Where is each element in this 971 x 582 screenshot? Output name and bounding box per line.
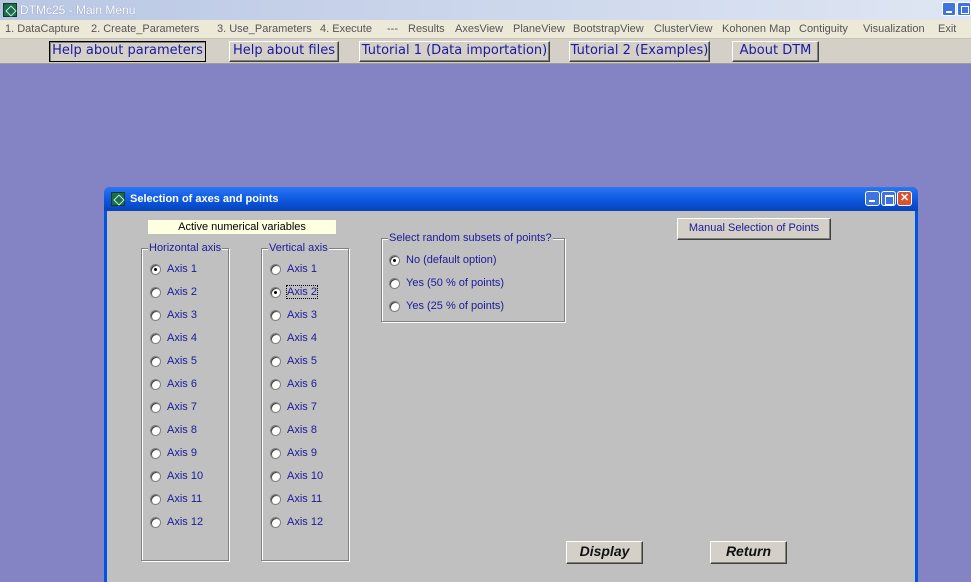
radio-button-icon[interactable]	[150, 356, 161, 367]
horizontal-axis-radio-label: Axis 4	[167, 332, 197, 344]
minimize-icon[interactable]	[942, 2, 956, 16]
radio-button-icon[interactable]	[150, 471, 161, 482]
radio-button-icon[interactable]	[150, 310, 161, 321]
radio-button-icon[interactable]	[270, 333, 281, 344]
vertical-axis-radio-label: Axis 3	[287, 309, 317, 321]
vertical-axis-group: Vertical axis Axis 1 Axis 2 Axis 3 Axis 4 Ax…	[261, 242, 349, 561]
app-title: DTMc25 - Main Menu	[20, 3, 136, 17]
menu-create-parameters[interactable]: 2. Create_Parameters	[91, 23, 199, 35]
radio-button-icon[interactable]	[150, 517, 161, 528]
random-subset-radio-label: Yes (25 % of points)	[406, 300, 505, 312]
vertical-axis-radio-label: Axis 7	[287, 401, 317, 413]
horizontal-axis-radio-label: Axis 1	[167, 263, 197, 275]
vertical-axis-radio-label: Axis 4	[287, 332, 317, 344]
radio-button-icon[interactable]	[150, 402, 161, 413]
dialog-body: Active numerical variables Horizontal ax…	[107, 211, 915, 582]
menu-results[interactable]: Results	[408, 23, 445, 35]
menu-planeview[interactable]: PlaneView	[513, 23, 565, 35]
radio-button-icon[interactable]	[389, 278, 400, 289]
radio-button-icon[interactable]	[150, 333, 161, 344]
about-dtm-button[interactable]: About DTM	[732, 41, 819, 62]
random-subsets-title: Select random subsets of points?	[388, 232, 553, 244]
horizontal-axis-radio-label: Axis 5	[167, 355, 197, 367]
help-parameters-button[interactable]: Help about parameters	[49, 41, 206, 62]
vertical-axis-title: Vertical axis	[268, 242, 329, 254]
horizontal-axis-radio-label: Axis 6	[167, 378, 197, 390]
menu-execute[interactable]: 4. Execute	[320, 23, 372, 35]
manual-selection-button[interactable]: Manual Selection of Points	[677, 218, 831, 240]
menu-use-parameters[interactable]: 3. Use_Parameters	[217, 23, 312, 35]
dialog-close-icon[interactable]	[897, 191, 912, 206]
horizontal-axis-radio-label: Axis 10	[167, 470, 204, 482]
dialog-title-bar: Selection of axes and points	[104, 187, 918, 211]
radio-button-icon[interactable]	[270, 310, 281, 321]
menu-bar: 1. DataCapture 2. Create_Parameters 3. U…	[0, 20, 971, 39]
radio-button-icon[interactable]	[270, 402, 281, 413]
vertical-axis-radio-label: Axis 2	[286, 285, 318, 299]
horizontal-axis-radio-label: Axis 9	[167, 447, 197, 459]
radio-button-icon[interactable]	[150, 494, 161, 505]
horizontal-axis-radio-label: Axis 11	[167, 493, 203, 505]
display-button[interactable]: Display	[566, 541, 643, 564]
radio-button-icon[interactable]	[270, 494, 281, 505]
horizontal-axis-group: Horizontal axis Axis 1 Axis 2 Axis 3 Axis 4…	[141, 242, 229, 561]
menu-visualization[interactable]: Visualization	[863, 23, 925, 35]
app-icon	[3, 3, 17, 17]
dialog-title: Selection of axes and points	[130, 193, 279, 205]
dialog-minimize-icon[interactable]	[865, 191, 880, 206]
active-variables-label: Active numerical variables	[148, 220, 336, 234]
horizontal-axis-radio-label: Axis 2	[167, 286, 197, 298]
restore-icon[interactable]	[957, 2, 971, 16]
horizontal-axis-radio-label: Axis 8	[167, 424, 197, 436]
main-title-bar: DTMc25 - Main Menu	[0, 0, 971, 20]
radio-button-icon[interactable]	[270, 264, 281, 275]
horizontal-axis-radio-label: Axis 3	[167, 309, 197, 321]
radio-button-icon[interactable]	[270, 356, 281, 367]
random-subset-radio-label: Yes (50 % of points)	[406, 277, 505, 289]
vertical-axis-radio-label: Axis 11	[287, 493, 323, 505]
radio-button-icon[interactable]	[150, 287, 161, 298]
random-subsets-group: Select random subsets of points? No (def…	[381, 232, 565, 322]
tutorial-2-button[interactable]: Tutorial 2 (Examples)	[569, 41, 710, 62]
radio-button-icon[interactable]	[150, 448, 161, 459]
horizontal-axis-title: Horizontal axis	[148, 242, 223, 254]
menu-datacapture[interactable]: 1. DataCapture	[5, 23, 80, 35]
vertical-axis-radio-label: Axis 8	[287, 424, 317, 436]
dialog-app-icon	[111, 192, 125, 206]
vertical-axis-radio-label: Axis 10	[287, 470, 324, 482]
vertical-axis-radio-label: Axis 1	[287, 263, 317, 275]
menu-kohonen-map[interactable]: Kohonen Map	[722, 23, 791, 35]
radio-button-icon[interactable]	[150, 264, 161, 275]
radio-button-icon[interactable]	[270, 448, 281, 459]
menu-exit[interactable]: Exit	[938, 23, 956, 35]
return-button[interactable]: Return	[710, 541, 787, 564]
radio-button-icon[interactable]	[150, 425, 161, 436]
menu-separator: ---	[387, 23, 398, 35]
vertical-axis-radio-label: Axis 6	[287, 378, 317, 390]
radio-button-icon[interactable]	[150, 379, 161, 390]
axes-selection-dialog: Selection of axes and points Active nume…	[104, 187, 918, 582]
radio-button-icon[interactable]	[270, 379, 281, 390]
radio-button-icon[interactable]	[270, 471, 281, 482]
radio-button-icon[interactable]	[270, 517, 281, 528]
vertical-axis-radio-label: Axis 12	[287, 516, 324, 528]
horizontal-axis-radio-label: Axis 12	[167, 516, 204, 528]
random-subset-radio-label: No (default option)	[406, 254, 497, 266]
menu-clusterview[interactable]: ClusterView	[654, 23, 713, 35]
menu-contiguity[interactable]: Contiguity	[799, 23, 848, 35]
menu-bootstrapview[interactable]: BootstrapView	[573, 23, 644, 35]
vertical-axis-radio-label: Axis 9	[287, 447, 317, 459]
vertical-axis-radio-label: Axis 5	[287, 355, 317, 367]
menu-axesview[interactable]: AxesView	[455, 23, 503, 35]
radio-button-icon[interactable]	[270, 425, 281, 436]
tutorial-1-button[interactable]: Tutorial 1 (Data importation)	[359, 41, 550, 62]
help-files-button[interactable]: Help about files	[229, 41, 339, 62]
help-toolbar: Help about parameters Help about files T…	[0, 39, 971, 64]
horizontal-axis-radio-label: Axis 7	[167, 401, 197, 413]
dialog-maximize-icon[interactable]	[881, 191, 896, 206]
radio-button-icon[interactable]	[389, 301, 400, 312]
radio-button-icon[interactable]	[270, 287, 281, 298]
radio-button-icon[interactable]	[389, 255, 400, 266]
